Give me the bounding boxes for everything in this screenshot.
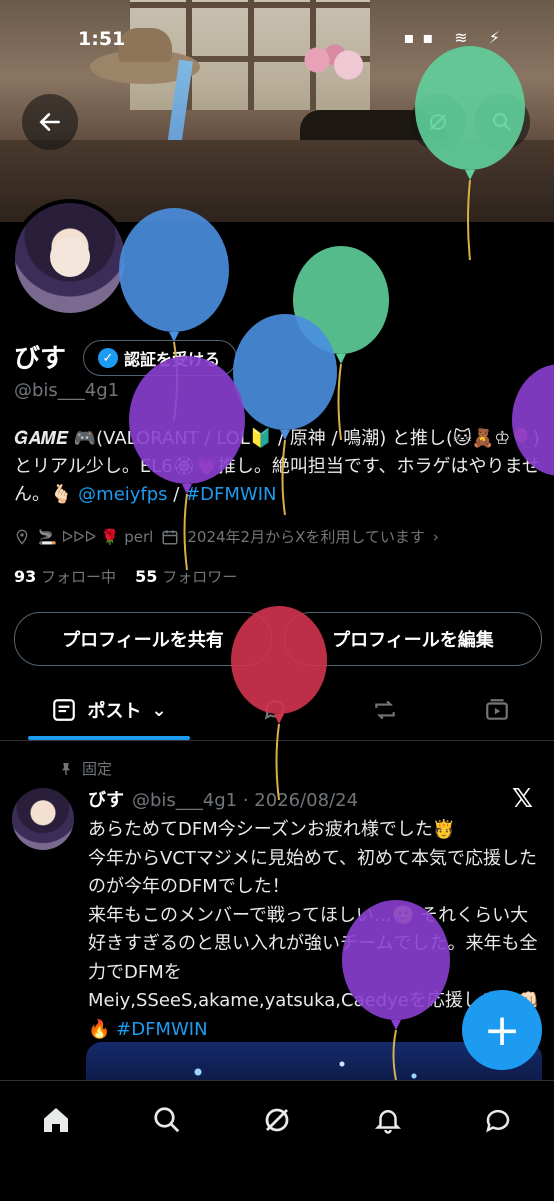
bottom-navigation: [0, 1080, 554, 1201]
balloon-purple-2: [342, 900, 450, 1081]
compose-button[interactable]: +: [462, 990, 542, 1070]
explore-icon: [154, 1107, 180, 1133]
balloon-blue-2: [233, 314, 337, 516]
compose-icon: +: [483, 1004, 521, 1056]
home-icon: [44, 1108, 68, 1132]
balloon-green-top: [415, 46, 525, 261]
nav-grok[interactable]: [257, 1100, 297, 1140]
nav-explore[interactable]: [147, 1100, 187, 1140]
balloon-purple-edge: [512, 364, 554, 476]
balloon-red: [231, 606, 327, 801]
grok-nav-icon: [265, 1108, 289, 1132]
notifications-icon: [374, 1110, 402, 1134]
nav-notifications[interactable]: [368, 1100, 408, 1140]
nav-home[interactable]: [36, 1100, 76, 1140]
nav-messages[interactable]: [478, 1100, 518, 1140]
balloon-purple-1: [129, 356, 245, 571]
messages-icon: [486, 1109, 510, 1133]
